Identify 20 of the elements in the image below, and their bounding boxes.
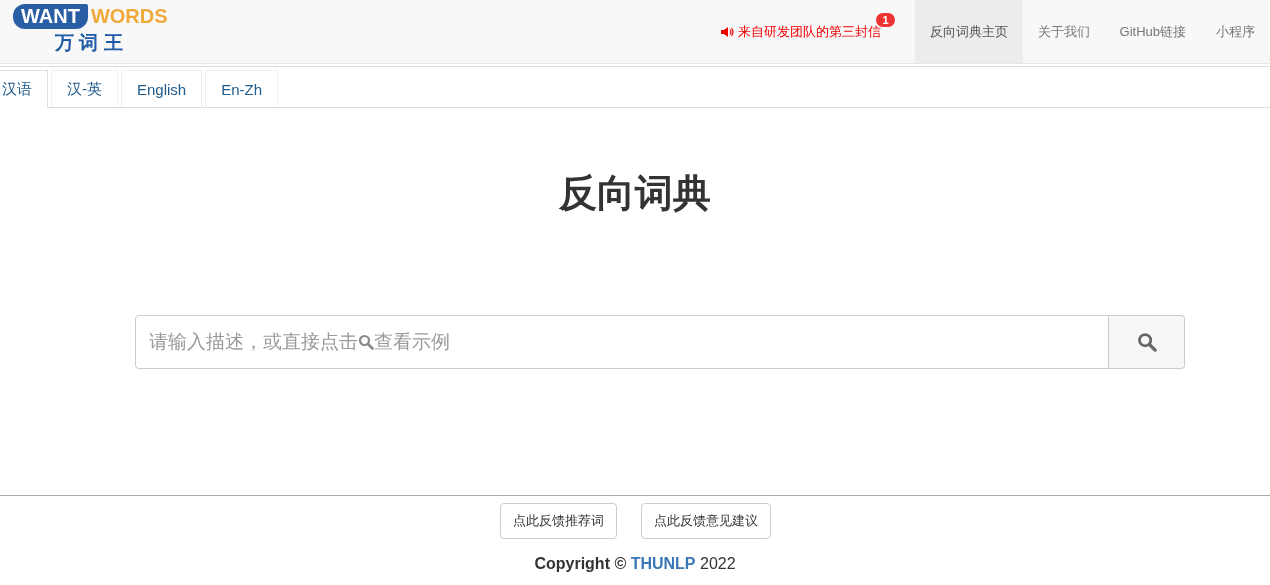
thunlp-link[interactable]: THUNLP xyxy=(630,555,696,572)
language-tab[interactable]: English xyxy=(121,70,203,108)
notice-link[interactable]: 来自研发团队的第三封信 1 xyxy=(719,0,895,63)
speaker-icon xyxy=(719,25,734,38)
notification-badge: 1 xyxy=(876,13,895,27)
feedback-button[interactable]: 点此反馈推荐词 xyxy=(499,503,617,539)
language-tab[interactable]: 汉语 xyxy=(0,70,48,108)
nav-link[interactable]: GitHub链接 xyxy=(1104,0,1201,63)
feedback-button[interactable]: 点此反馈意见建议 xyxy=(640,503,771,539)
language-tab[interactable]: En-Zh xyxy=(205,70,279,108)
search-icon xyxy=(358,334,374,350)
search-button[interactable] xyxy=(1109,315,1185,369)
copyright-text: Copyright © THUNLP 2022 xyxy=(534,555,736,573)
nav-link[interactable]: 小程序 xyxy=(1201,0,1270,63)
page-title: 反向词典 xyxy=(558,171,712,216)
nav-link[interactable]: 关于我们 xyxy=(1022,0,1105,63)
search-icon xyxy=(1136,332,1157,352)
logo[interactable]: WANT WORDS 万 词 王 xyxy=(0,0,168,63)
nav-link[interactable]: 反向词典主页 xyxy=(914,0,1023,63)
language-tab[interactable]: 汉-英 xyxy=(51,70,118,108)
